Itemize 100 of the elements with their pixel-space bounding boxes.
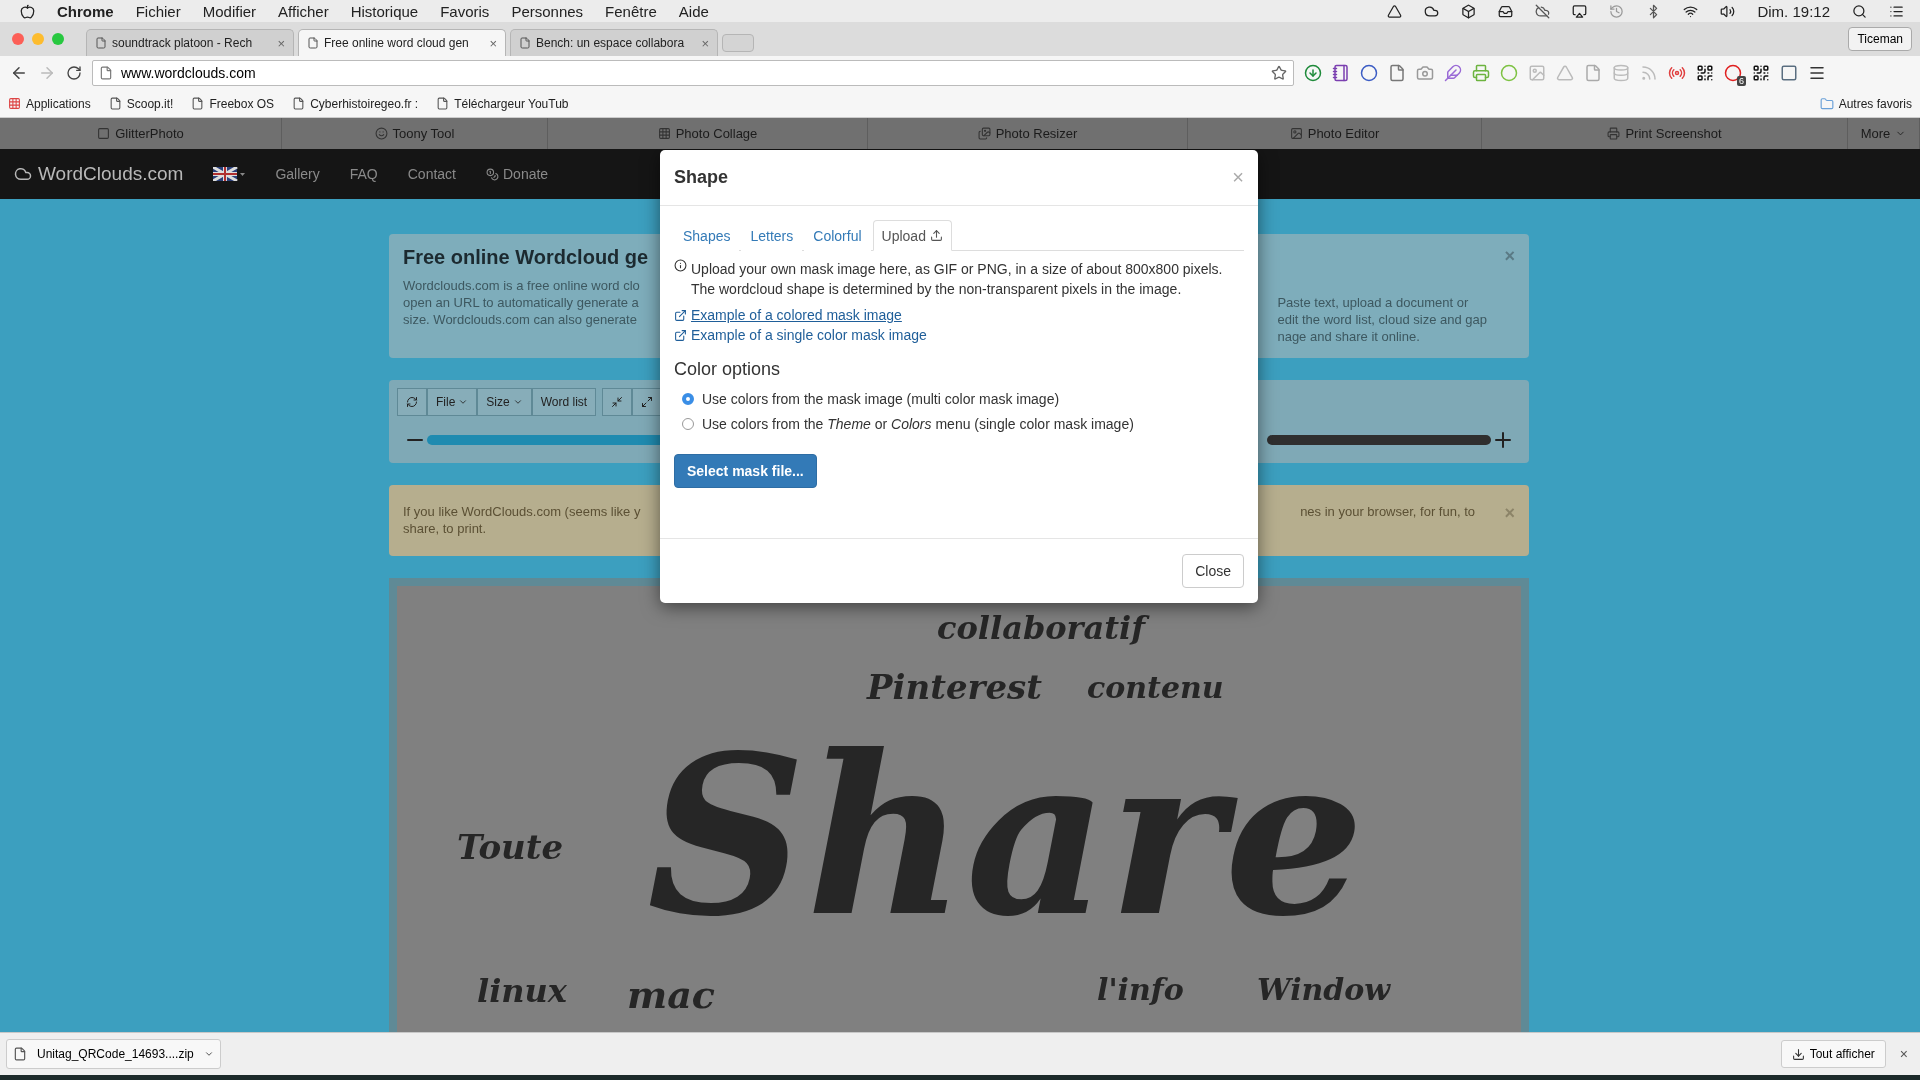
bookmark-link[interactable]: Scoop.it!	[108, 96, 174, 111]
tool-button[interactable]: File	[427, 388, 478, 416]
expand-button[interactable]	[632, 388, 663, 416]
profile-button[interactable]: Ticeman	[1848, 27, 1912, 51]
feather-icon[interactable]	[1444, 64, 1462, 82]
tab-close-icon[interactable]: ×	[277, 35, 285, 51]
nav-link[interactable]: Donate	[486, 166, 549, 182]
wordcloud-word: Toute	[457, 826, 565, 869]
wordcloud-word: collaboratif	[937, 608, 1150, 648]
info-text: Upload your own mask image here, as GIF or PNG, in a size of about 800x800 pixels. The wordcloud shape is determined by the non-transparent pixels in the image.	[691, 260, 1224, 299]
volume-icon[interactable]	[1720, 3, 1736, 19]
bookmark-link[interactable]: Cyberhistoiregeo.fr :	[292, 96, 419, 111]
site-logo[interactable]: WordClouds.com	[14, 163, 184, 185]
qr-code-icon[interactable]	[1752, 64, 1770, 82]
folder-icon	[1819, 96, 1834, 111]
tool-button[interactable]: Size	[477, 388, 532, 416]
info-icon	[674, 259, 687, 272]
address-field[interactable]: www.wordclouds.com	[92, 60, 1294, 86]
menu-app-name[interactable]: Chrome	[57, 2, 114, 20]
caret-icon	[512, 397, 523, 407]
bookmark-link[interactable]: Téléchargeur YouTub	[436, 96, 569, 111]
menu-item[interactable]: Aide	[678, 2, 709, 20]
menu-item[interactable]: Modifier	[202, 2, 257, 20]
radio-button[interactable]	[682, 417, 694, 430]
inbox-icon[interactable]	[1498, 3, 1514, 19]
menu-item[interactable]: Fichier	[135, 2, 181, 20]
menu-item[interactable]: Personnes	[511, 2, 584, 20]
tab-title: Free online word cloud gen	[324, 36, 470, 50]
box-icon[interactable]	[1461, 3, 1477, 19]
bookmark-folder[interactable]: Autres favoris	[1819, 96, 1912, 111]
bookmark-link[interactable]: Applications	[8, 96, 91, 111]
example-link[interactable]: Example of a colored mask image	[691, 305, 902, 325]
menu-item[interactable]: Fenêtre	[605, 2, 657, 20]
camera-icon[interactable]	[1416, 64, 1434, 82]
nav-link[interactable]: Contact	[407, 166, 456, 182]
intro-text: size. Wordclouds.com can also generate	[403, 311, 638, 328]
nav-link[interactable]: Gallery	[275, 166, 320, 182]
refresh-button[interactable]	[397, 388, 427, 416]
menu-item[interactable]: Historique	[350, 2, 419, 20]
browser-tab[interactable]: soundtrack platoon - Rech ×	[86, 29, 294, 56]
dialog-title: Shape	[674, 167, 729, 188]
menu-item[interactable]: Favoris	[440, 2, 490, 20]
dialog-tab[interactable]: Upload	[872, 220, 952, 251]
airplay-icon[interactable]	[1572, 3, 1588, 19]
page-icon	[191, 97, 205, 110]
circle-icon[interactable]	[1724, 64, 1742, 82]
example-link[interactable]: Example of a single color mask image	[691, 325, 927, 345]
tool-icon	[1607, 127, 1621, 140]
tool-button[interactable]: Word list	[531, 388, 597, 416]
upload-icon	[929, 229, 943, 242]
download-item[interactable]: Unitag_QRCode_14693....zip	[6, 1039, 221, 1069]
browser-tab[interactable]: Free online word cloud gen ×	[298, 29, 506, 56]
qr-code-icon[interactable]	[1696, 64, 1714, 82]
back-icon[interactable]	[10, 64, 28, 82]
tool-icon	[657, 127, 671, 140]
tool-icon	[374, 127, 388, 140]
wordcloud-word: linux	[477, 971, 568, 1011]
circle-icon[interactable]	[1360, 64, 1378, 82]
download-circle-icon[interactable]	[1304, 64, 1322, 82]
page-icon	[519, 37, 531, 49]
reload-icon[interactable]	[66, 65, 82, 81]
notebook-icon[interactable]	[1332, 64, 1350, 82]
coins-icon	[486, 167, 499, 181]
notice-text: share, to print.	[403, 520, 488, 537]
wifi-icon[interactable]	[1683, 3, 1699, 19]
expand-icon	[641, 396, 654, 408]
refresh-icon	[406, 396, 418, 408]
document-icon[interactable]	[1388, 64, 1406, 82]
bookmark-link[interactable]: Freebox OS	[191, 96, 275, 111]
triangle-icon[interactable]	[1387, 3, 1403, 19]
star-icon[interactable]	[1271, 65, 1287, 81]
radio-icon[interactable]	[1668, 64, 1686, 82]
flag-icon[interactable]	[213, 167, 246, 181]
tab-close-icon[interactable]: ×	[701, 35, 709, 51]
page-icon	[436, 97, 450, 110]
close-button[interactable]: Close	[1182, 554, 1244, 588]
search-icon[interactable]	[1852, 3, 1867, 19]
intro-text: edit the word list, cloud size and gap	[1277, 311, 1487, 328]
cloud-icon[interactable]	[1535, 3, 1551, 19]
intro-title: Free online Wordcloud ge	[403, 246, 649, 269]
tab-close-icon[interactable]: ×	[489, 35, 497, 51]
cloud-icon[interactable]	[1424, 3, 1440, 19]
section-heading: Color options	[674, 359, 782, 380]
clock-text: Dim. 19:12	[1757, 2, 1830, 20]
menu-icon[interactable]	[1808, 64, 1826, 82]
menu-item[interactable]: Afficher	[278, 2, 329, 20]
slider-track[interactable]	[1267, 435, 1491, 445]
browser-tab[interactable]: Bench: un espace collabora ×	[510, 29, 718, 56]
notice-text: nes in your browser, for fun, to	[1300, 503, 1475, 520]
tool-icon	[97, 127, 111, 140]
list-icon[interactable]	[1889, 3, 1904, 19]
show-all-button[interactable]: Tout afficher	[1780, 1040, 1886, 1068]
nav-link[interactable]: FAQ	[349, 166, 378, 182]
square-icon[interactable]	[1780, 64, 1798, 82]
tab-title: Bench: un espace collabora	[536, 36, 686, 50]
external-link-icon	[674, 308, 687, 322]
radio-button[interactable]	[682, 392, 694, 405]
select-file-button[interactable]: Select mask file...	[674, 454, 817, 488]
page-icon	[99, 66, 113, 80]
close-download-bar-button[interactable]: ×	[1893, 1045, 1914, 1063]
